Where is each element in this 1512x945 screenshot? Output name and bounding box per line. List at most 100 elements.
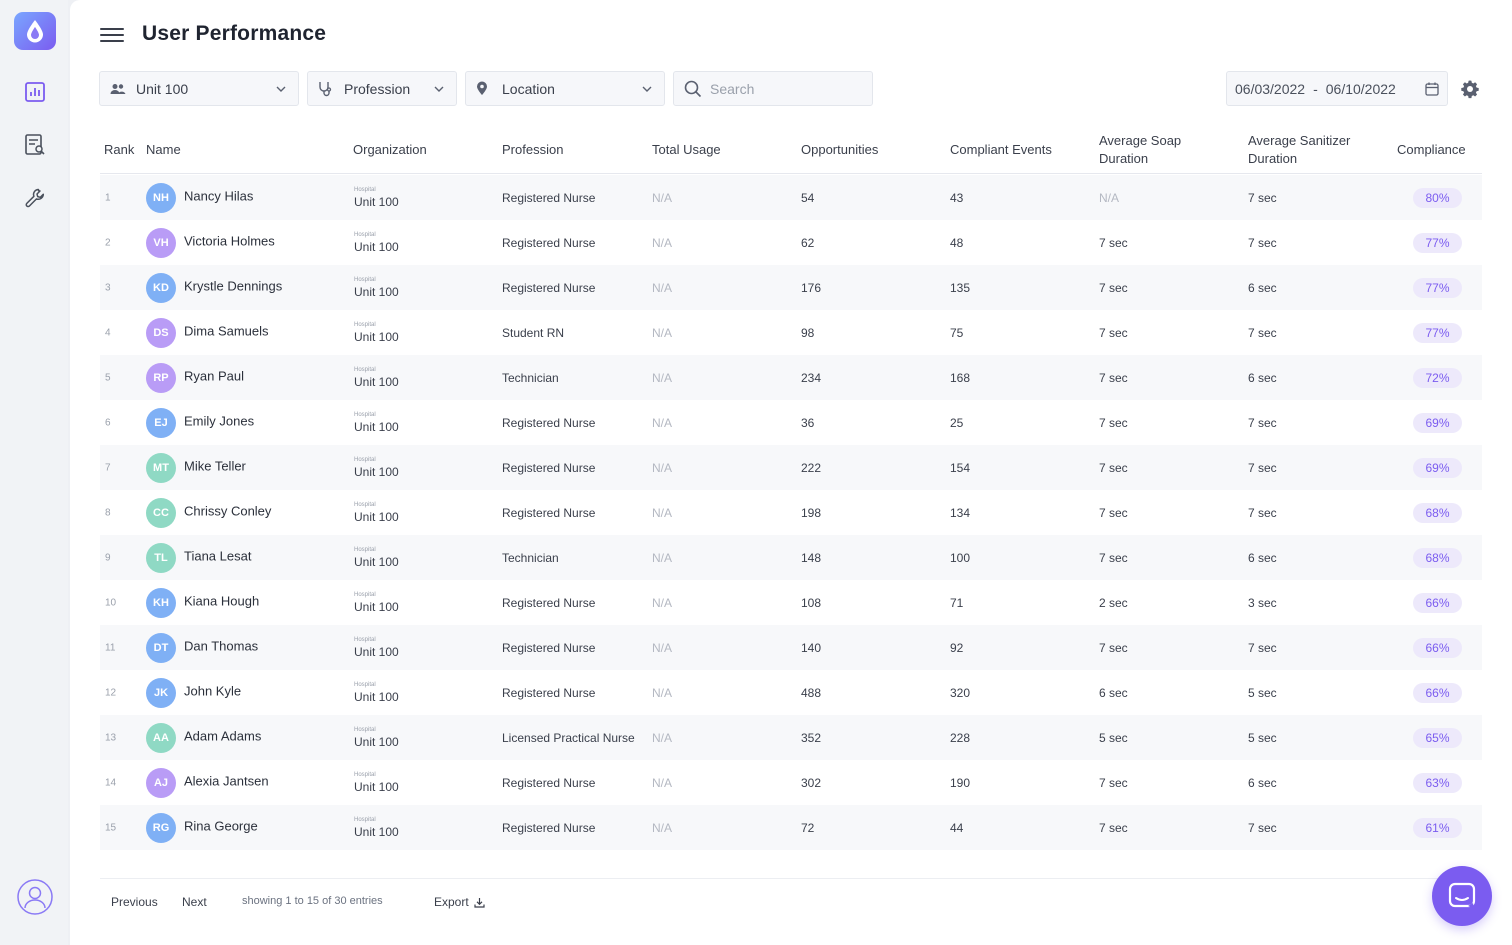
- row-opportunities: 54: [801, 190, 815, 205]
- user-name[interactable]: Dima Samuels: [184, 323, 269, 338]
- col-profession[interactable]: Profession: [502, 141, 563, 159]
- user-name[interactable]: Ryan Paul: [184, 368, 244, 383]
- row-total-usage: N/A: [652, 685, 673, 700]
- row-opportunities: 62: [801, 235, 815, 250]
- user-name[interactable]: Alexia Jantsen: [184, 773, 269, 788]
- compliance-badge: 72%: [1413, 367, 1462, 388]
- row-total-usage: N/A: [652, 640, 673, 655]
- table-row[interactable]: 7 MT Mike Teller Hospital Unit 100 Registered…: [100, 445, 1482, 490]
- user-name[interactable]: Kiana Hough: [184, 593, 259, 608]
- user-name[interactable]: Victoria Holmes: [184, 233, 275, 248]
- user-circle-icon[interactable]: [16, 878, 54, 916]
- menu-icon[interactable]: [100, 25, 124, 45]
- col-total-usage[interactable]: Total Usage: [652, 141, 721, 159]
- table-row[interactable]: 5 RP Ryan Paul Hospital Unit 100 Technician N/…: [100, 355, 1482, 400]
- unit-select-label: Unit 100: [136, 80, 189, 97]
- user-name[interactable]: Adam Adams: [184, 728, 261, 743]
- col-organization[interactable]: Organization: [353, 141, 427, 159]
- user-name[interactable]: John Kyle: [184, 683, 241, 698]
- profession-select-label: Profession: [344, 80, 411, 97]
- avatar: RP: [146, 362, 176, 393]
- gear-icon[interactable]: [1460, 79, 1480, 99]
- row-compliant-events: 75: [950, 325, 964, 340]
- user-name[interactable]: Chrissy Conley: [184, 503, 271, 518]
- col-name[interactable]: Name: [146, 141, 181, 159]
- user-name[interactable]: Tiana Lesat: [184, 548, 251, 563]
- profession-select[interactable]: Profession: [307, 71, 457, 106]
- previous-button[interactable]: Previous: [111, 895, 158, 909]
- water-drop-icon[interactable]: [14, 12, 56, 50]
- user-name[interactable]: Krystle Dennings: [184, 278, 282, 293]
- avatar: KH: [146, 587, 176, 618]
- avatar: RG: [146, 812, 176, 843]
- report-search-icon[interactable]: [22, 132, 48, 158]
- row-avg-soap: 2 sec: [1099, 595, 1128, 610]
- org-name: Unit 100: [354, 419, 399, 434]
- table-row[interactable]: 1 NH Nancy Hilas Hospital Unit 100 Registered…: [100, 175, 1482, 220]
- location-select-label: Location: [502, 80, 555, 97]
- row-compliant-events: 43: [950, 190, 964, 205]
- org-name: Unit 100: [354, 689, 399, 704]
- row-organization: Hospital Unit 100: [354, 727, 399, 749]
- users-icon: [110, 83, 128, 95]
- avatar: CC: [146, 497, 176, 528]
- date-end: 06/10/2022: [1325, 80, 1396, 97]
- compliance-badge: 80%: [1413, 187, 1462, 208]
- row-profession: Licensed Practical Nurse: [502, 730, 635, 745]
- row-compliant-events: 71: [950, 595, 964, 610]
- row-profession: Registered Nurse: [502, 190, 596, 205]
- org-type-label: Hospital: [354, 456, 376, 463]
- col-avg-sanitizer[interactable]: Average Sanitizer Duration: [1248, 132, 1350, 168]
- col-compliance[interactable]: Compliance: [1397, 141, 1466, 159]
- unit-select[interactable]: Unit 100: [99, 71, 299, 106]
- user-name[interactable]: Nancy Hilas: [184, 188, 253, 203]
- user-name[interactable]: Dan Thomas: [184, 638, 258, 653]
- location-select[interactable]: Location: [465, 71, 665, 106]
- col-rank[interactable]: Rank: [104, 141, 134, 159]
- avatar: EJ: [146, 407, 176, 438]
- search-box: [673, 71, 873, 106]
- chat-icon[interactable]: [1432, 866, 1492, 926]
- bar-chart-icon[interactable]: [22, 79, 48, 105]
- table-row[interactable]: 15 RG Rina George Hospital Unit 100 Registere…: [100, 805, 1482, 850]
- export-button[interactable]: Export: [434, 895, 485, 909]
- table-row[interactable]: 3 KD Krystle Dennings Hospital Unit 100 Regis…: [100, 265, 1482, 310]
- table-row[interactable]: 14 AJ Alexia Jantsen Hospital Unit 100 Regist…: [100, 760, 1482, 805]
- wrench-icon[interactable]: [22, 185, 48, 211]
- table-row[interactable]: 12 JK John Kyle Hospital Unit 100 Registered …: [100, 670, 1482, 715]
- table-row[interactable]: 6 EJ Emily Jones Hospital Unit 100 Registered…: [100, 400, 1482, 445]
- row-opportunities: 176: [801, 280, 822, 295]
- row-compliant-events: 48: [950, 235, 964, 250]
- row-compliant-events: 320: [950, 685, 971, 700]
- table-row[interactable]: 13 AA Adam Adams Hospital Unit 100 Licensed P…: [100, 715, 1482, 760]
- compliance-badge: 61%: [1413, 817, 1462, 838]
- user-name[interactable]: Emily Jones: [184, 413, 254, 428]
- table-row[interactable]: 8 CC Chrissy Conley Hospital Unit 100 Registe…: [100, 490, 1482, 535]
- next-button[interactable]: Next: [182, 895, 207, 909]
- table-row[interactable]: 11 DT Dan Thomas Hospital Unit 100 Registered…: [100, 625, 1482, 670]
- org-type-label: Hospital: [354, 816, 376, 823]
- col-avg-soap[interactable]: Average Soap Duration: [1099, 132, 1181, 168]
- col-compliant-events[interactable]: Compliant Events: [950, 141, 1052, 159]
- row-opportunities: 148: [801, 550, 822, 565]
- row-compliant-events: 100: [950, 550, 971, 565]
- search-input[interactable]: [710, 80, 860, 97]
- row-opportunities: 98: [801, 325, 815, 340]
- row-profession: Technician: [502, 370, 559, 385]
- col-opportunities[interactable]: Opportunities: [801, 141, 878, 159]
- avatar: NH: [146, 182, 176, 213]
- date-separator: -: [1313, 80, 1318, 97]
- table-row[interactable]: 10 KH Kiana Hough Hospital Unit 100 Registere…: [100, 580, 1482, 625]
- date-range-picker[interactable]: 06/03/2022 - 06/10/2022: [1226, 71, 1448, 106]
- table-row[interactable]: 2 VH Victoria Holmes Hospital Unit 100 Regist…: [100, 220, 1482, 265]
- row-total-usage: N/A: [652, 370, 673, 385]
- row-avg-sanitizer: 5 sec: [1248, 730, 1277, 745]
- user-name[interactable]: Mike Teller: [184, 458, 246, 473]
- user-name[interactable]: Rina George: [184, 818, 258, 833]
- table-row[interactable]: 9 TL Tiana Lesat Hospital Unit 100 Technician…: [100, 535, 1482, 580]
- table-row[interactable]: 4 DS Dima Samuels Hospital Unit 100 Student R…: [100, 310, 1482, 355]
- row-organization: Hospital Unit 100: [354, 772, 399, 794]
- row-compliant-events: 92: [950, 640, 964, 655]
- org-type-label: Hospital: [354, 546, 376, 553]
- row-compliant-events: 190: [950, 775, 971, 790]
